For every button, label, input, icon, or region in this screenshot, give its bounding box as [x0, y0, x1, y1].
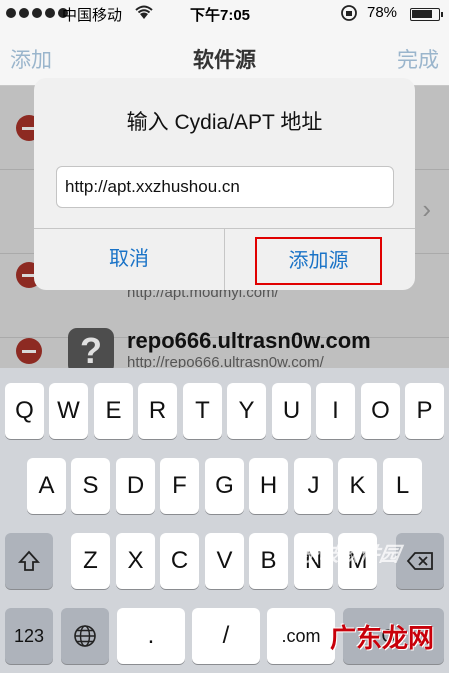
key-x[interactable]: X	[116, 533, 155, 589]
key-k[interactable]: K	[338, 458, 377, 514]
dot-key[interactable]: .	[117, 608, 185, 664]
button-divider	[224, 229, 225, 290]
battery-percent: 78%	[367, 4, 398, 21]
key-v[interactable]: V	[205, 533, 244, 589]
key-p[interactable]: P	[405, 383, 444, 439]
done-nav-button[interactable]: 完成	[397, 44, 439, 74]
keyboard: Q W E R T Y U I O P A S D F G H J K L Z …	[0, 368, 449, 673]
status-bar: 中国移动 下午7:05 78%	[0, 0, 449, 28]
signal-strength-icon	[6, 8, 68, 18]
list-item[interactable]: ? repo666.ultrasn0w.com http://repo666.u…	[0, 316, 449, 376]
key-q[interactable]: Q	[5, 383, 44, 439]
key-g[interactable]: G	[205, 458, 244, 514]
wifi-icon	[134, 4, 154, 24]
dialog-buttons: 取消 添加源	[34, 228, 415, 290]
key-i[interactable]: I	[316, 383, 355, 439]
globe-icon[interactable]	[61, 608, 109, 664]
delete-minus-icon[interactable]	[16, 338, 42, 364]
key-j[interactable]: J	[294, 458, 333, 514]
battery-icon	[410, 8, 443, 21]
key-t[interactable]: T	[183, 383, 222, 439]
key-h[interactable]: H	[249, 458, 288, 514]
dotcom-key[interactable]: .com	[267, 608, 335, 664]
status-time: 下午7:05	[190, 7, 251, 24]
key-l[interactable]: L	[383, 458, 422, 514]
key-b[interactable]: B	[249, 533, 288, 589]
source-url-input[interactable]	[56, 166, 394, 208]
key-r[interactable]: R	[138, 383, 177, 439]
key-u[interactable]: U	[272, 383, 311, 439]
cancel-button[interactable]: 取消	[34, 229, 224, 290]
chevron-right-icon: ›	[422, 194, 431, 224]
dialog-title: 输入 Cydia/APT 地址	[126, 111, 323, 134]
key-a[interactable]: A	[27, 458, 66, 514]
key-d[interactable]: D	[116, 458, 155, 514]
delete-icon[interactable]	[396, 533, 444, 589]
orientation-lock-icon	[340, 4, 358, 26]
key-o[interactable]: O	[361, 383, 400, 439]
watermark-site: 广东龙网	[330, 623, 435, 653]
key-s[interactable]: S	[71, 458, 110, 514]
source-name: repo666.ultrasn0w.com	[127, 328, 371, 353]
key-w[interactable]: W	[49, 383, 88, 439]
watermark-logo: 东坡软件园	[297, 544, 402, 566]
page-title: 软件源	[193, 49, 256, 72]
key-e[interactable]: E	[94, 383, 133, 439]
key-y[interactable]: Y	[227, 383, 266, 439]
key-f[interactable]: F	[160, 458, 199, 514]
add-source-button[interactable]: 添加源	[255, 237, 382, 285]
shift-icon[interactable]	[5, 533, 53, 589]
numbers-key[interactable]: 123	[5, 608, 53, 664]
carrier-label: 中国移动	[62, 7, 123, 24]
key-c[interactable]: C	[160, 533, 199, 589]
add-source-dialog: 输入 Cydia/APT 地址 取消 添加源	[34, 78, 415, 290]
key-z[interactable]: Z	[71, 533, 110, 589]
battery-fill	[412, 10, 432, 18]
slash-key[interactable]: /	[192, 608, 260, 664]
